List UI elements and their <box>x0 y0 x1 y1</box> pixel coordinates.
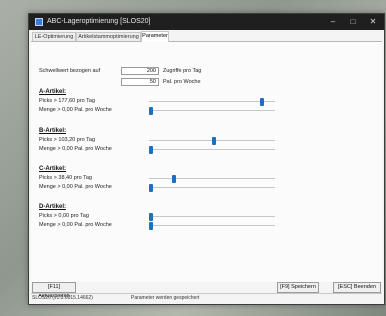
tab-parameter[interactable]: Parameter <box>141 31 169 42</box>
pallets-input[interactable]: 50 <box>121 78 159 86</box>
threshold-label: Schwellwert bezogen auf <box>39 68 101 74</box>
article-heading: C-Artikel: <box>39 166 67 172</box>
app-window: ABC-Lageroptimierung [SLOS20] – □ ✕ LE-O… <box>28 13 385 305</box>
close-button[interactable]: ✕ <box>364 14 382 30</box>
menge-label: Menge > 0,00 Pal. pro Woche <box>39 184 112 190</box>
menge-slider-thumb[interactable] <box>149 222 153 230</box>
tab-bar: LE-Optimierung Artikelstammoptimierung P… <box>31 31 382 42</box>
picks-label: Picks > 38,40 pro Tag <box>39 175 92 181</box>
picks-label: Picks > 103,20 pro Tag <box>39 137 96 143</box>
menge-slider-thumb[interactable] <box>149 107 153 115</box>
save-button[interactable]: [F9] Speichern <box>277 282 319 293</box>
article-heading: B-Artikel: <box>39 128 67 134</box>
tab-le-optimierung[interactable]: LE-Optimierung <box>32 32 76 41</box>
menge-slider-track[interactable] <box>149 149 275 150</box>
article-heading: A-Artikel: <box>39 89 67 95</box>
menge-slider-thumb[interactable] <box>149 184 153 192</box>
picks-slider-thumb[interactable] <box>172 175 177 183</box>
refresh-button[interactable]: [F11] Aktualisieren <box>32 282 76 299</box>
pallets-unit: Pal. pro Woche <box>163 79 201 85</box>
picks-slider-thumb[interactable] <box>260 98 265 106</box>
menge-slider-track[interactable] <box>149 110 275 111</box>
picks-label: Picks > 0,00 pro Tag <box>39 213 89 219</box>
accesses-input[interactable]: 200 <box>121 67 159 75</box>
menge-slider-track[interactable] <box>149 187 275 188</box>
parameter-panel: Schwellwert bezogen auf 200 Zugriffe pro… <box>31 42 382 282</box>
picks-slider-thumb[interactable] <box>212 137 217 145</box>
article-heading: D-Artikel: <box>39 204 67 210</box>
version-label: SLOS20 (v1.0.6015.14662) <box>32 295 93 301</box>
maximize-button[interactable]: □ <box>344 14 362 30</box>
menge-slider-track[interactable] <box>149 225 275 226</box>
app-icon <box>35 18 43 26</box>
accesses-unit: Zugriffe pro Tag <box>163 68 202 74</box>
quit-button[interactable]: [ESC] Beenden <box>333 282 381 293</box>
status-bar: SLOS20 (v1.0.6015.14662) Parameter werde… <box>31 293 382 302</box>
menge-label: Menge > 0,00 Pal. pro Woche <box>39 107 112 113</box>
picks-slider-track[interactable] <box>149 178 275 179</box>
picks-slider-track[interactable] <box>149 216 275 217</box>
picks-label: Picks > 177,60 pro Tag <box>39 98 96 104</box>
menge-slider-thumb[interactable] <box>149 146 153 154</box>
window-title: ABC-Lageroptimierung [SLOS20] <box>47 18 151 25</box>
menge-label: Menge > 0,00 Pal. pro Woche <box>39 146 112 152</box>
tab-artikelstammoptimierung[interactable]: Artikelstammoptimierung <box>76 32 141 41</box>
status-message: Parameter werden gespeichert <box>131 295 200 301</box>
minimize-button[interactable]: – <box>324 14 342 30</box>
picks-slider-thumb[interactable] <box>149 213 153 221</box>
menge-label: Menge > 0,00 Pal. pro Woche <box>39 222 112 228</box>
picks-slider-track[interactable] <box>149 101 275 102</box>
title-bar[interactable]: ABC-Lageroptimierung [SLOS20] – □ ✕ <box>29 14 384 30</box>
